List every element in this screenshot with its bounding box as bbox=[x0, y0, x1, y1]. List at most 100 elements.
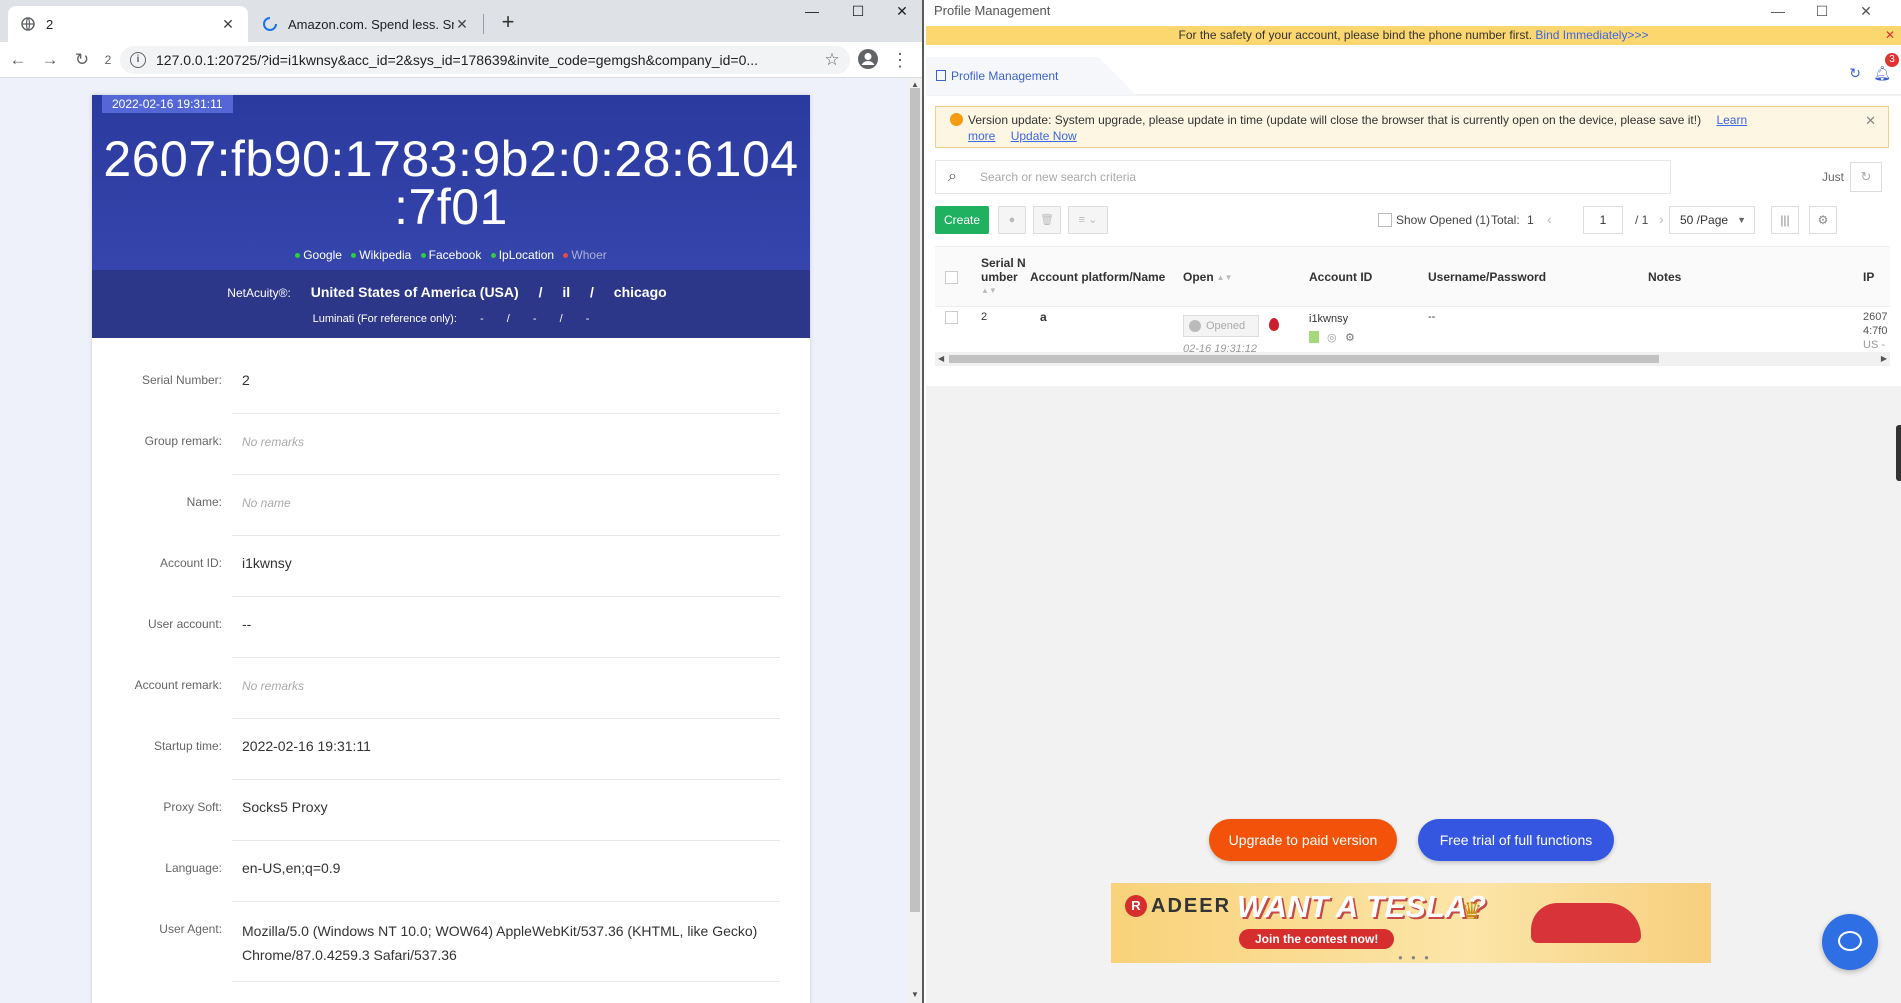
netacuity-line: NetAcuity®: United States of America (US… bbox=[92, 284, 810, 300]
col-ip[interactable]: IP bbox=[1863, 247, 1874, 307]
col-userpass[interactable]: Username/Password bbox=[1428, 247, 1546, 307]
select-all-checkbox[interactable] bbox=[945, 247, 958, 307]
globe-icon bbox=[20, 16, 36, 32]
refresh-icon[interactable]: ↻ bbox=[1849, 65, 1861, 82]
minimize-button[interactable]: — bbox=[1756, 0, 1800, 22]
address-bar[interactable]: i 127.0.0.1:20725/?id=i1kwnsy&acc_id=2&s… bbox=[120, 46, 850, 74]
sort-icon[interactable]: ▲▼ bbox=[1217, 273, 1233, 282]
checkbox[interactable] bbox=[1378, 213, 1392, 227]
create-button[interactable]: Create bbox=[935, 206, 989, 234]
more-actions-dropdown[interactable]: ≡ ⌄ bbox=[1068, 206, 1108, 234]
fingerprint-icon[interactable]: ◎ bbox=[1327, 331, 1337, 344]
tab-close-icon[interactable]: ✕ bbox=[454, 16, 470, 33]
link-whoer[interactable]: Whoer bbox=[563, 248, 607, 262]
bell-icon[interactable]: 🔔︎ bbox=[1873, 65, 1891, 82]
tab-active[interactable]: 2 ✕ bbox=[8, 6, 248, 42]
refresh-list-button[interactable]: ↻ bbox=[1850, 162, 1882, 192]
scrollbar-thumb[interactable] bbox=[949, 355, 1659, 363]
link-label: Wikipedia bbox=[359, 248, 412, 262]
page-size-value: 50 /Page bbox=[1680, 213, 1729, 227]
info-icon[interactable]: i bbox=[130, 52, 146, 68]
link-facebook[interactable]: Facebook bbox=[420, 248, 481, 262]
new-tab-button[interactable]: + bbox=[494, 8, 522, 36]
columns-icon[interactable]: ||| bbox=[1771, 206, 1799, 234]
bookmark-star-icon[interactable]: ☆ bbox=[820, 50, 844, 70]
chat-support-button[interactable] bbox=[1822, 914, 1878, 970]
page-number-input[interactable]: 1 bbox=[1583, 206, 1623, 234]
maximize-button[interactable]: ☐ bbox=[836, 0, 880, 22]
col-open[interactable]: Open ▲▼ bbox=[1183, 247, 1233, 307]
settings-gear-icon[interactable]: ⚙ bbox=[1345, 331, 1355, 344]
promo-banner[interactable]: R ADEER WANT A TESLA? Join the contest no… bbox=[1111, 883, 1711, 963]
profiles-table: Serial N umber ▲▼ Account platform/Name … bbox=[935, 246, 1890, 352]
sort-icon[interactable]: ▲▼ bbox=[981, 284, 997, 298]
row-label: User Agent: bbox=[159, 922, 222, 936]
settings-gear-icon[interactable]: ⚙ bbox=[1809, 206, 1837, 234]
geo-panel bbox=[92, 270, 810, 338]
phone-bind-warning: For the safety of your account, please b… bbox=[926, 26, 1901, 45]
link-wikipedia[interactable]: Wikipedia bbox=[351, 248, 411, 262]
menu-kebab-icon[interactable]: ⋮ bbox=[888, 48, 912, 72]
tab-close-icon[interactable]: ✕ bbox=[220, 16, 236, 33]
scroll-down-icon[interactable]: ▼ bbox=[908, 990, 922, 999]
bind-now-link[interactable]: Bind Immediately>>> bbox=[1535, 28, 1648, 42]
upgrade-button[interactable]: Upgrade to paid version bbox=[1209, 819, 1397, 861]
back-arrow-icon[interactable]: ← bbox=[4, 46, 32, 74]
profile-avatar-icon[interactable] bbox=[856, 48, 880, 72]
scroll-left-icon[interactable]: ◀ bbox=[938, 352, 944, 366]
table-hscrollbar[interactable]: ◀ ▶ bbox=[935, 352, 1890, 366]
col-serial[interactable]: Serial N umber ▲▼ bbox=[981, 247, 1031, 307]
learn-more-link-cont[interactable]: more bbox=[968, 129, 995, 143]
maximize-button[interactable]: ☐ bbox=[1800, 0, 1844, 22]
col-notes[interactable]: Notes bbox=[1648, 247, 1681, 307]
banner-cta[interactable]: Join the contest now! bbox=[1239, 929, 1395, 949]
close-warning-icon[interactable]: ✕ bbox=[1885, 26, 1895, 45]
warning-text: For the safety of your account, please b… bbox=[1178, 28, 1533, 42]
link-iplocation[interactable]: IpLocation bbox=[490, 248, 555, 262]
row-checkbox[interactable] bbox=[945, 311, 958, 327]
forward-arrow-icon[interactable]: → bbox=[36, 46, 64, 74]
minimize-button[interactable]: — bbox=[790, 0, 834, 22]
info-row-proxy-soft: Proxy Soft: Socks5 Proxy bbox=[92, 780, 810, 841]
trash-icon[interactable]: 🗑︎ bbox=[1033, 206, 1061, 234]
tab-profile-management[interactable]: Profile Management bbox=[926, 57, 1136, 95]
search-input[interactable]: ⌕ Search or new search criteria bbox=[935, 160, 1671, 194]
col-platform[interactable]: Account platform/Name bbox=[1030, 247, 1165, 307]
carousel-dots[interactable]: ● ● ● bbox=[1398, 953, 1432, 962]
page-scrollbar[interactable]: ▲ ▼ bbox=[908, 78, 922, 1003]
link-google[interactable]: Google bbox=[295, 248, 342, 262]
page-size-select[interactable]: 50 /Page ▼ bbox=[1669, 206, 1755, 234]
show-opened-toggle[interactable]: Show Opened (1) bbox=[1378, 213, 1490, 227]
prev-page-icon[interactable]: ‹ bbox=[1547, 211, 1552, 227]
note-icon[interactable] bbox=[1309, 331, 1319, 343]
close-button[interactable]: ✕ bbox=[1844, 0, 1888, 22]
url-text[interactable]: 127.0.0.1:20725/?id=i1kwnsy&acc_id=2&sys… bbox=[156, 52, 820, 68]
luminati-value: / bbox=[506, 313, 510, 325]
reload-icon[interactable]: ↻ bbox=[68, 46, 96, 74]
crown-icon: ♛ bbox=[1461, 898, 1483, 925]
row-divider bbox=[232, 981, 780, 982]
link-label: Google bbox=[303, 248, 342, 262]
page-viewport: 2022-02-16 19:31:11 2607:fb90:1783:9b2:0… bbox=[0, 78, 908, 1003]
scrollbar-thumb[interactable] bbox=[910, 88, 920, 912]
tab-amazon[interactable]: Amazon.com. Spend less. Smi ✕ bbox=[250, 6, 482, 42]
close-notice-icon[interactable]: ✕ bbox=[1865, 113, 1876, 129]
link-label: IpLocation bbox=[498, 248, 555, 262]
scroll-right-icon[interactable]: ▶ bbox=[1881, 352, 1887, 366]
col-account-id[interactable]: Account ID bbox=[1309, 247, 1372, 307]
row-label: Language: bbox=[165, 861, 222, 875]
row-value: i1kwnsy bbox=[242, 555, 292, 571]
info-row-group-remark: Group remark: No remarks bbox=[92, 414, 810, 475]
geo-separator: / bbox=[590, 284, 594, 300]
learn-more-link[interactable]: Learn bbox=[1716, 113, 1747, 127]
close-profile-icon[interactable]: ● bbox=[998, 206, 1026, 234]
proxy-drop-icon bbox=[1269, 318, 1279, 331]
close-button[interactable]: ✕ bbox=[880, 0, 922, 22]
search-placeholder: Search or new search criteria bbox=[980, 170, 1137, 184]
tab-divider bbox=[483, 14, 484, 34]
side-panel-handle[interactable] bbox=[1896, 425, 1901, 481]
next-page-icon[interactable]: › bbox=[1659, 211, 1664, 227]
update-now-link[interactable]: Update Now bbox=[1011, 129, 1077, 143]
free-trial-button[interactable]: Free trial of full functions bbox=[1418, 819, 1614, 861]
opened-button[interactable]: Opened bbox=[1183, 315, 1259, 337]
